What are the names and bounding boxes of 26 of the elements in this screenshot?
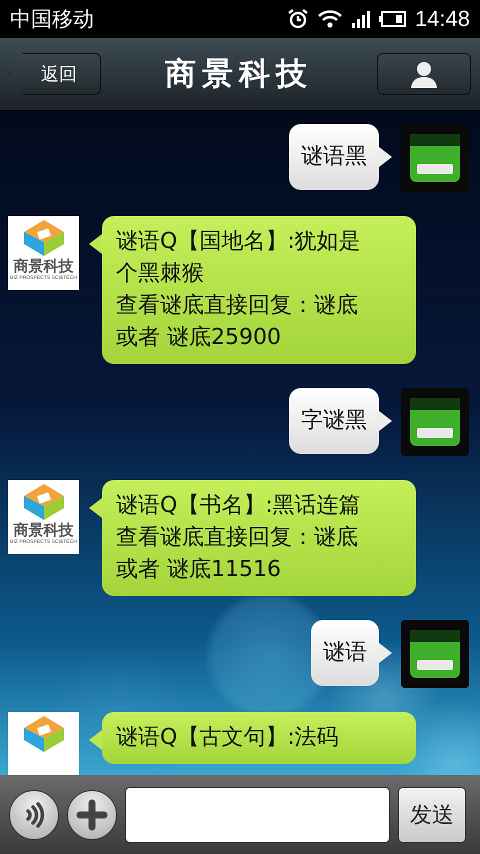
battery-icon [378,10,407,28]
message-text: 谜语Q【古文句】:法码 [116,724,340,752]
message-text: 谜语Q【书名】:黑话连篇查看谜底直接回复：谜底或者 谜底11516 [116,492,362,584]
avatar-icon [401,388,469,456]
person-icon [409,59,439,89]
alarm-icon [286,8,309,30]
back-button[interactable]: 返回 [9,53,101,95]
voice-button[interactable] [9,790,59,840]
message-text: 字谜黑 [301,407,367,435]
add-button[interactable] [67,790,117,840]
contact-button[interactable] [377,53,471,95]
message-text: 谜语 [323,639,367,667]
avatar-icon [401,620,469,688]
wifi-icon [316,9,343,29]
plus-icon [76,798,108,830]
message-text: 谜语黑 [301,143,367,171]
company-logo [8,712,79,775]
avatar-icon [401,124,469,192]
carrier-name: 中国移动 [10,6,94,33]
message-input[interactable] [125,786,390,842]
message-text: 查看谜底直接回复：谜底或者 谜底25900 [116,292,359,352]
send-button[interactable]: 发送 [398,786,466,842]
signal-icon [350,9,371,29]
message-text: 谜语Q【国地名】:犹如是个黑棘猴 [116,228,362,288]
clock-time: 14:48 [414,6,470,32]
chat-title: 商景科技 [165,55,313,94]
